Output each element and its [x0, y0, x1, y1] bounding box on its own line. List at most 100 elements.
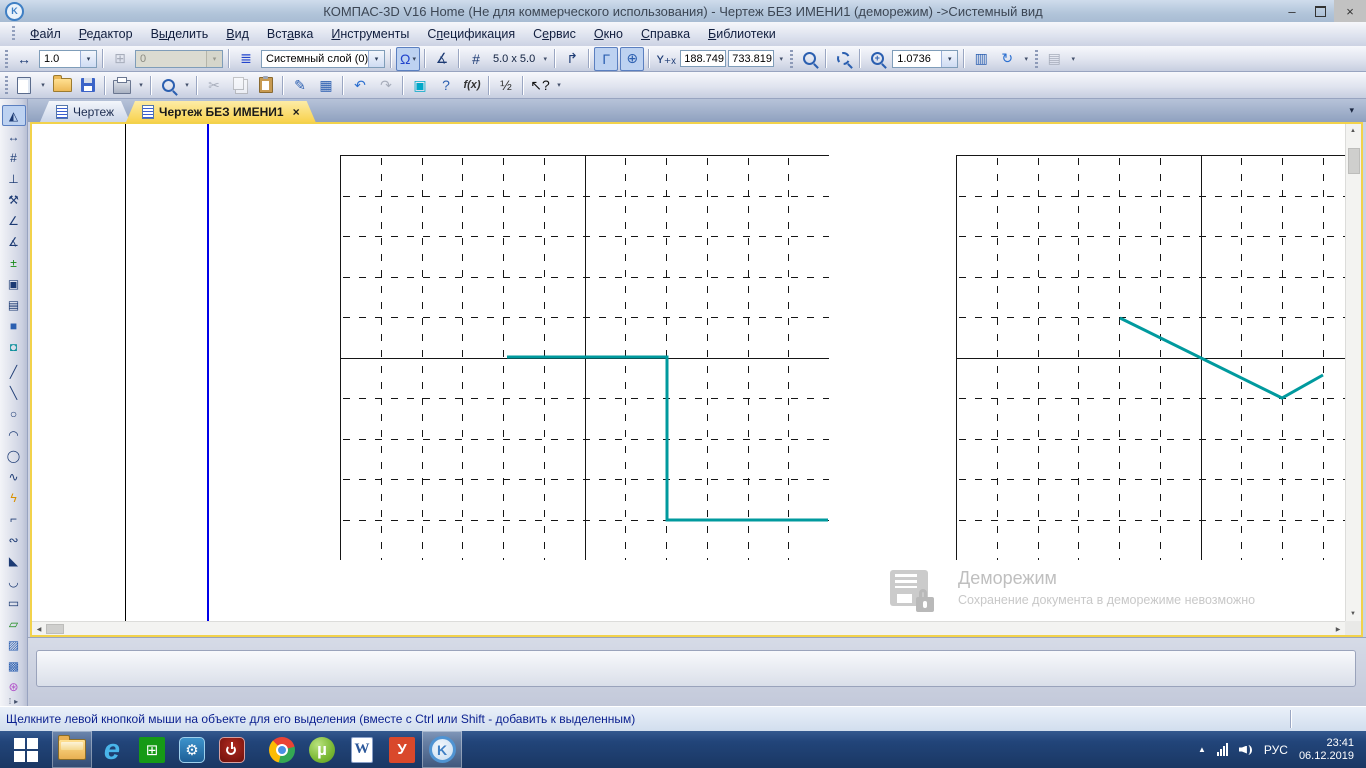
snap-magnet-button[interactable]: Ω ▾ — [396, 46, 420, 71]
local-csys-icon[interactable]: ↱ — [560, 47, 584, 71]
toolbar-grip[interactable] — [1035, 49, 1039, 68]
zoom-area-icon[interactable] — [831, 47, 855, 71]
new-document-icon[interactable] — [12, 73, 36, 97]
zoom-combo[interactable]: 1.0736 ▾ — [892, 49, 959, 68]
paste-icon[interactable] — [254, 73, 278, 97]
property-panel-field[interactable] — [36, 650, 1356, 687]
grid-dropdown[interactable]: ▾ — [539, 50, 551, 68]
menu-item-Инструменты[interactable]: Инструменты — [322, 24, 418, 44]
scroll-left-icon[interactable]: ◀ — [32, 622, 46, 635]
close-button[interactable]: × — [1334, 0, 1366, 22]
menu-item-Вставка[interactable]: Вставка — [258, 24, 322, 44]
line-scale-combo[interactable]: 1.0 ▾ — [39, 49, 97, 68]
segment-tool[interactable]: ╱ — [2, 361, 26, 382]
drawing-view-1[interactable] — [340, 155, 829, 560]
drawing-view-2[interactable] — [956, 155, 1345, 560]
toolbar-grip[interactable] — [5, 49, 8, 68]
format-brush-icon[interactable]: ✎ — [288, 73, 312, 97]
menu-item-Сервис[interactable]: Сервис — [524, 24, 585, 44]
layer-copy-icon[interactable]: ⊞ — [108, 47, 132, 71]
store-button[interactable]: ⊞ — [132, 731, 172, 768]
measure-tool[interactable]: ∡ — [2, 231, 26, 252]
combo-dropdown-icon[interactable]: ▾ — [80, 50, 96, 67]
settings-button[interactable]: ⚙ — [172, 731, 212, 768]
horizontal-scrollbar[interactable]: ◀ ▶ — [32, 621, 1345, 635]
refresh-icon[interactable]: ↻ — [995, 47, 1019, 71]
redapp-button[interactable]: У — [382, 731, 422, 768]
clock[interactable]: 23:41 06.12.2019 — [1299, 737, 1354, 763]
rectangle-tool[interactable]: ▭ — [2, 592, 26, 613]
menu-item-Библиотеки[interactable]: Библиотеки — [699, 24, 785, 44]
tray-expand-icon[interactable]: ▲ — [1198, 745, 1206, 754]
editing-tool[interactable]: ⚒ — [2, 189, 26, 210]
open-document-icon[interactable] — [50, 73, 74, 97]
arc-tool[interactable]: ◠ — [2, 424, 26, 445]
circle-tool[interactable]: ○ — [2, 403, 26, 424]
bezier-tool[interactable]: ∾ — [2, 529, 26, 550]
word-button[interactable]: W — [342, 731, 382, 768]
menu-item-Выделить[interactable]: Выделить — [142, 24, 218, 44]
snap-points-button[interactable]: ⊕ — [620, 46, 645, 71]
combo-dropdown-icon[interactable]: ▾ — [368, 50, 384, 67]
tab-Чертеж БЕЗ ИМЕНИ1[interactable]: Чертеж БЕЗ ИМЕНИ1 × — [126, 101, 316, 122]
toolbar-overflow-button[interactable]: ▾ — [553, 76, 565, 94]
network-signal-icon[interactable] — [1216, 743, 1228, 756]
layers-icon[interactable]: ≣ — [234, 47, 258, 71]
contour-tool[interactable]: ▱ — [2, 613, 26, 634]
geometry-tool[interactable]: ◭ — [1, 105, 26, 126]
ortho-mode-button[interactable]: Г — [594, 46, 619, 71]
combo-dropdown-icon[interactable]: ▾ — [941, 50, 958, 67]
selection-tool[interactable]: ± — [2, 252, 26, 273]
scroll-down-icon[interactable]: ▼ — [1346, 607, 1360, 621]
redo-icon[interactable]: ↷ — [374, 73, 398, 97]
fill-tool[interactable]: ▩ — [2, 655, 26, 676]
hatch-tool[interactable]: ▨ — [2, 634, 26, 655]
power-button[interactable] — [212, 731, 252, 768]
print-icon[interactable] — [110, 73, 134, 97]
language-indicator[interactable]: РУС — [1264, 743, 1288, 757]
horizontal-scroll-thumb[interactable] — [46, 624, 64, 634]
ellipse-tool[interactable]: ◯ — [2, 445, 26, 466]
menu-item-Редактор[interactable]: Редактор — [70, 24, 142, 44]
variables-window-icon[interactable]: ▣ — [408, 73, 432, 97]
scroll-right-icon[interactable]: ▶ — [1331, 622, 1345, 635]
vertical-scroll-thumb[interactable] — [1348, 148, 1360, 174]
drawing-polyline[interactable] — [507, 355, 828, 522]
coord-x-input[interactable]: 188.749 — [680, 50, 727, 67]
combo-dropdown-icon[interactable]: ▾ — [206, 50, 222, 67]
nurbs-tool[interactable]: ∿ — [2, 466, 26, 487]
coords-more-button[interactable]: ▾ — [775, 50, 787, 68]
designation-grid-tool[interactable]: # — [2, 147, 26, 168]
menu-item-Файл[interactable]: Файл — [21, 24, 70, 44]
ruler-icon[interactable]: ▥ — [969, 47, 993, 71]
tab-close-icon[interactable]: × — [293, 105, 300, 119]
print-dropdown[interactable]: ▾ — [135, 76, 147, 94]
explorer-button[interactable] — [52, 731, 92, 768]
properties-table-icon[interactable]: ▦ — [314, 73, 338, 97]
drawing-canvas[interactable]: Деморежим Сохранение документа в демореж… — [30, 122, 1363, 637]
undo-icon[interactable]: ↶ — [348, 73, 372, 97]
spray-tool[interactable]: ⊛ — [2, 676, 26, 697]
parametrization-tool[interactable]: ∠ — [2, 210, 26, 231]
cut-icon[interactable]: ✂ — [202, 73, 226, 97]
restore-button[interactable] — [1306, 0, 1334, 22]
volume-icon[interactable] — [1239, 744, 1253, 756]
menu-item-Спецификация[interactable]: Спецификация — [418, 24, 524, 44]
spec-window-tool[interactable]: ▣ — [2, 273, 26, 294]
zoom-in-icon[interactable]: + — [865, 47, 889, 71]
coord-y-input[interactable]: 733.819 — [728, 50, 775, 67]
rail-grip-icon[interactable]: ⁞ — [9, 697, 11, 706]
rail-expand-icon[interactable]: ▸ — [14, 697, 18, 706]
layer-name-combo[interactable]: Системный слой (0) ▾ — [261, 49, 385, 68]
fillet-tool[interactable]: ◡ — [2, 571, 26, 592]
chrome-button[interactable] — [262, 731, 302, 768]
layer-number-combo[interactable]: 0 ▾ — [135, 49, 223, 68]
view-more-button[interactable]: ▾ — [1020, 50, 1032, 68]
menu-item-Окно[interactable]: Окно — [585, 24, 632, 44]
minimize-button[interactable]: – — [1278, 0, 1306, 22]
cursor-coords-icon[interactable]: ʏ₊ₓ — [654, 47, 678, 71]
context-help-icon[interactable]: ↖? — [528, 73, 552, 97]
grid-icon[interactable]: # — [464, 47, 488, 71]
angle-snap-icon[interactable]: ∡ — [430, 47, 454, 71]
insert-tool[interactable]: ■ — [2, 315, 26, 336]
